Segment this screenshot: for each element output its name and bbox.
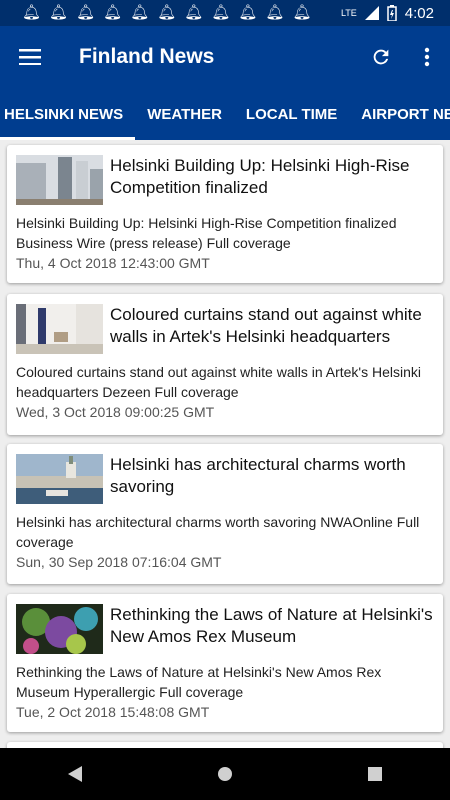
article-title[interactable]: Helsinki Building Up: Helsinki High-Rise…: [110, 155, 434, 205]
news-card[interactable]: Rethinking the Laws of Nature at Helsink…: [7, 594, 443, 732]
article-description: Helsinki has architectural charms worth …: [16, 514, 420, 550]
bell-icon: 🔔︎: [22, 4, 42, 21]
article-title[interactable]: Coloured curtains stand out against whit…: [110, 304, 434, 354]
article-date: Wed, 3 Oct 2018 09:00:25 GMT: [16, 404, 215, 420]
system-navigation-bar: [0, 748, 450, 800]
news-card[interactable]: Helsinki has architectural charms worth …: [7, 444, 443, 584]
status-bar: 🔔︎ 🔔︎ 🔔︎ 🔔︎ 🔔︎ 🔔︎ 🔔︎ 🔔︎ 🔔︎ 🔔︎ 🔔︎ LTE 4:0…: [0, 0, 450, 26]
refresh-icon: [373, 49, 389, 65]
menu-button[interactable]: [0, 26, 60, 88]
bell-icon: 🔔︎: [184, 4, 204, 21]
tab-bar: HELSINKI NEWS WEATHER LOCAL TIME AIRPORT…: [0, 88, 450, 140]
refresh-button[interactable]: [358, 26, 404, 88]
article-date: Thu, 4 Oct 2018 12:43:00 GMT: [16, 255, 210, 271]
bell-icon: 🔔︎: [103, 4, 123, 21]
news-feed[interactable]: Helsinki Building Up: Helsinki High-Rise…: [0, 140, 450, 748]
article-thumbnail: [16, 155, 103, 205]
bell-icon: 🔔︎: [211, 4, 231, 21]
app-title: Finland News: [79, 45, 215, 68]
app-bar: Finland News: [0, 26, 450, 88]
article-thumbnail: [16, 604, 103, 654]
article-date: Sun, 30 Sep 2018 07:16:04 GMT: [16, 554, 222, 570]
network-label: LTE: [340, 8, 357, 18]
recents-button[interactable]: [345, 748, 405, 800]
hamburger-icon: [19, 49, 41, 65]
more-vert-icon: [424, 47, 430, 67]
article-description: Coloured curtains stand out against whit…: [16, 364, 421, 400]
bell-icon: 🔔︎: [238, 4, 258, 21]
signal-icon: [364, 6, 379, 20]
bell-icon: 🔔︎: [76, 4, 96, 21]
tab-helsinki-news[interactable]: HELSINKI NEWS: [0, 88, 136, 140]
back-icon: [68, 766, 82, 782]
article-title[interactable]: Rethinking the Laws of Nature at Helsink…: [110, 604, 434, 654]
overflow-menu-button[interactable]: [404, 26, 450, 88]
status-time: 4:02: [404, 4, 434, 22]
battery-icon: [387, 5, 397, 21]
tab-weather[interactable]: WEATHER: [135, 88, 234, 140]
bell-icon: 🔔︎: [157, 4, 177, 21]
home-icon: [218, 767, 232, 781]
bell-icon: 🔔︎: [130, 4, 150, 21]
bell-icon: 🔔︎: [292, 4, 312, 21]
news-card[interactable]: Coloured curtains stand out against whit…: [7, 294, 443, 435]
back-button[interactable]: [45, 748, 105, 800]
bell-icon: 🔔︎: [49, 4, 69, 21]
home-button[interactable]: [195, 748, 255, 800]
bell-icon: 🔔︎: [265, 4, 285, 21]
article-date: Tue, 2 Oct 2018 15:48:08 GMT: [16, 704, 210, 720]
article-title[interactable]: Helsinki has architectural charms worth …: [110, 454, 434, 504]
article-thumbnail: [16, 454, 103, 504]
tab-airport-news[interactable]: AIRPORT NEWS: [349, 88, 450, 140]
notification-icons: 🔔︎ 🔔︎ 🔔︎ 🔔︎ 🔔︎ 🔔︎ 🔔︎ 🔔︎ 🔔︎ 🔔︎ 🔔︎: [0, 0, 312, 26]
article-thumbnail: [16, 304, 103, 354]
news-card[interactable]: Helsinki Building Up: Helsinki High-Rise…: [7, 145, 443, 283]
recents-icon: [368, 767, 382, 781]
tab-local-time[interactable]: LOCAL TIME: [234, 88, 349, 140]
article-description: Rethinking the Laws of Nature at Helsink…: [16, 664, 382, 700]
article-description: Helsinki Building Up: Helsinki High-Rise…: [16, 215, 397, 251]
